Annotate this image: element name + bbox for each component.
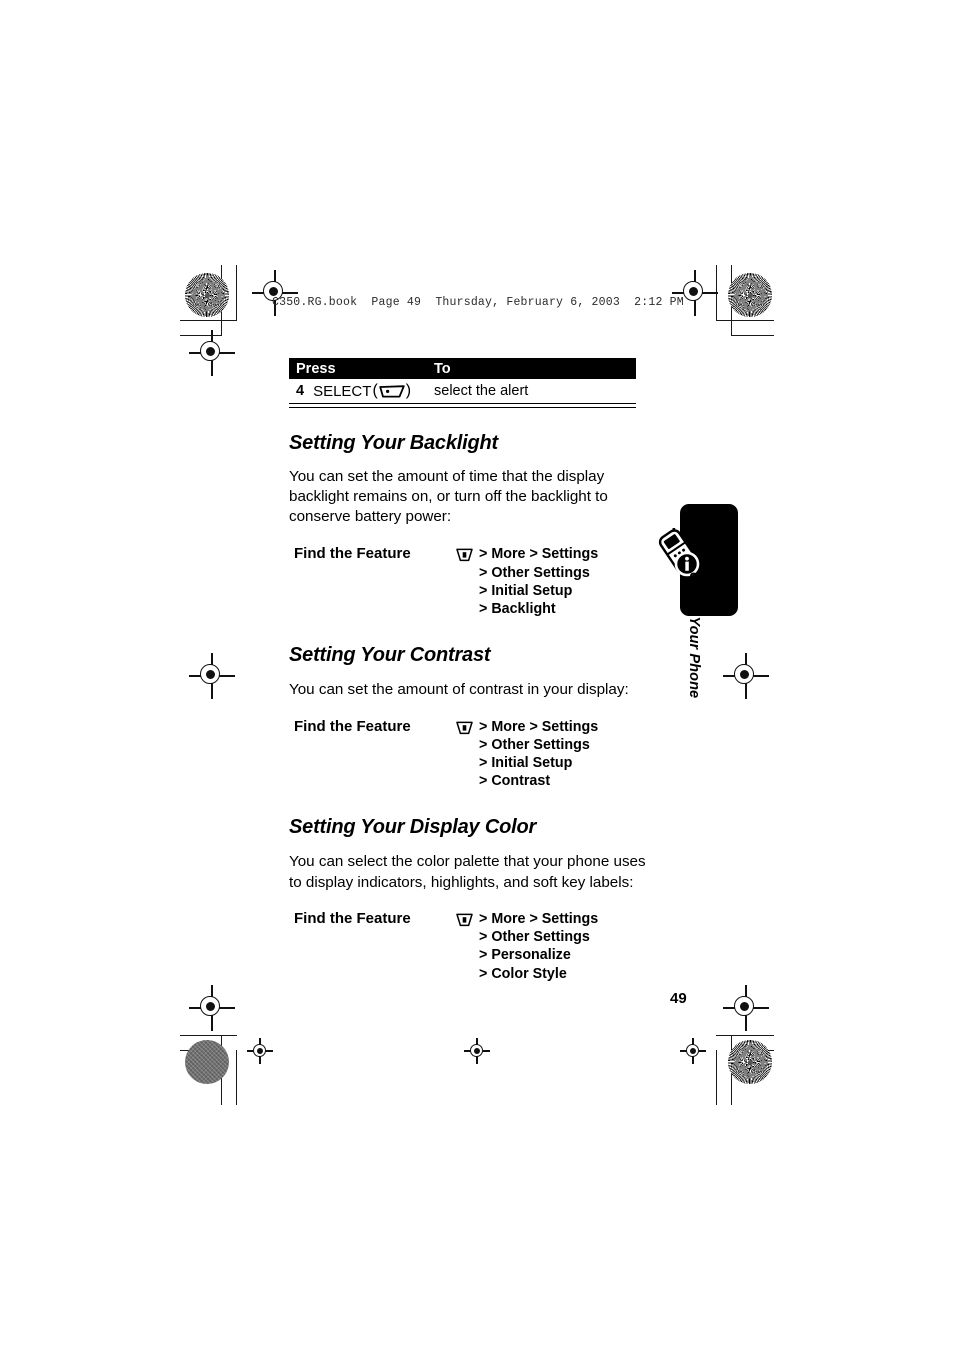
menu-path-line: > Contrast xyxy=(479,773,551,790)
menu-path-line: > More > Settings xyxy=(456,718,598,736)
menu-path-line: > Initial Setup xyxy=(479,754,573,771)
scanned-page: C350.RG.book Page 49 Thursday, February … xyxy=(0,0,954,1351)
section-body: You can set the amount of contrast in yo… xyxy=(289,681,629,699)
halftone-density-target-icon xyxy=(728,1040,772,1084)
halftone-density-target-icon xyxy=(185,273,229,317)
registration-crosshair-icon xyxy=(189,985,235,1031)
menu-path-line: > Personalize xyxy=(479,947,571,964)
menu-key-icon xyxy=(456,721,473,735)
registration-crosshair-icon xyxy=(723,985,769,1031)
registration-crosshair-icon xyxy=(189,653,235,699)
table-bottom-rule xyxy=(289,406,636,408)
table-header-row: Press To xyxy=(289,358,636,379)
registration-crosshair-icon xyxy=(247,1038,273,1064)
menu-path-line: > Other Settings xyxy=(479,929,590,946)
menu-path-line: > More > Settings xyxy=(456,910,598,928)
menu-path: > More > Settings > Other Settings > Ini… xyxy=(456,718,598,791)
menu-path: > More > Settings > Other Settings > Ini… xyxy=(456,545,598,618)
find-the-feature-label: Find the Feature xyxy=(294,717,411,735)
trim-rule-left-inner xyxy=(236,265,237,320)
paren-open: ( xyxy=(372,382,378,399)
menu-path-line: > Initial Setup xyxy=(479,582,573,599)
registration-crosshair-icon xyxy=(680,1038,706,1064)
registration-crosshair-icon xyxy=(672,270,718,316)
paren-close: ) xyxy=(405,382,412,399)
chapter-side-label: Using Your Phone xyxy=(686,571,702,699)
trim-rule-bottom-left-a xyxy=(180,1035,237,1036)
trim-rule-top-right-inner xyxy=(731,335,774,336)
to-cell: select the alert xyxy=(434,383,529,399)
find-the-feature-block: Find the Feature > More > Settings > Oth… xyxy=(289,910,649,983)
table-row: 4 SELECT ( ) select the alert xyxy=(289,379,636,404)
action-label: SELECT xyxy=(313,382,372,400)
trim-rule-top-left-outer xyxy=(180,320,237,321)
trim-rule-bottom-right-inner xyxy=(716,1050,717,1105)
section-heading: Setting Your Contrast xyxy=(289,644,491,667)
find-the-feature-block: Find the Feature > More > Settings > Oth… xyxy=(289,718,649,791)
menu-key-icon xyxy=(456,548,473,562)
press-cell: 4 SELECT ( ) xyxy=(289,382,434,400)
registration-crosshair-icon xyxy=(189,330,235,376)
column-header-to: To xyxy=(434,360,451,377)
trim-rule-bottom-right-a xyxy=(716,1035,774,1036)
page-number: 49 xyxy=(670,990,687,1007)
halftone-density-target-icon xyxy=(185,1040,229,1084)
find-the-feature-label: Find the Feature xyxy=(294,545,411,563)
menu-path: > More > Settings > Other Settings > Per… xyxy=(456,910,598,983)
step-number: 4 xyxy=(296,383,305,399)
trim-rule-top-right-outer xyxy=(716,320,774,321)
menu-path-first: > More > Settings xyxy=(479,546,599,563)
soft-key-icon xyxy=(379,384,405,398)
registration-crosshair-icon xyxy=(252,270,298,316)
menu-key-icon xyxy=(456,913,473,927)
section-heading: Setting Your Backlight xyxy=(289,431,498,454)
section-heading: Setting Your Display Color xyxy=(289,816,537,839)
softkey-action: SELECT ( ) xyxy=(313,382,411,400)
halftone-density-target-icon xyxy=(728,273,772,317)
steps-table: Press To 4 SELECT ( ) select the alert xyxy=(289,358,636,408)
menu-path-line: > More > Settings xyxy=(456,545,598,563)
section-body: You can set the amount of time that the … xyxy=(289,467,608,526)
menu-path-line: > Other Settings xyxy=(479,736,590,753)
running-head: C350.RG.book Page 49 Thursday, February … xyxy=(272,296,684,309)
registration-crosshair-icon xyxy=(464,1038,490,1064)
find-the-feature-label: Find the Feature xyxy=(294,909,411,927)
find-the-feature-block: Find the Feature > More > Settings > Oth… xyxy=(289,545,649,618)
menu-path-line: > Backlight xyxy=(479,601,556,617)
trim-rule-bottom-left-inner xyxy=(236,1050,237,1105)
menu-path-line: > Color Style xyxy=(479,965,567,982)
registration-crosshair-icon xyxy=(723,653,769,699)
page-content-column: Press To 4 SELECT ( ) select the alert S… xyxy=(289,358,649,983)
menu-path-line: > Other Settings xyxy=(479,564,590,581)
column-header-press: Press xyxy=(296,360,336,377)
menu-path-first: > More > Settings xyxy=(479,718,599,735)
section-body: You can select the color palette that yo… xyxy=(289,853,646,891)
menu-path-first: > More > Settings xyxy=(479,910,599,927)
